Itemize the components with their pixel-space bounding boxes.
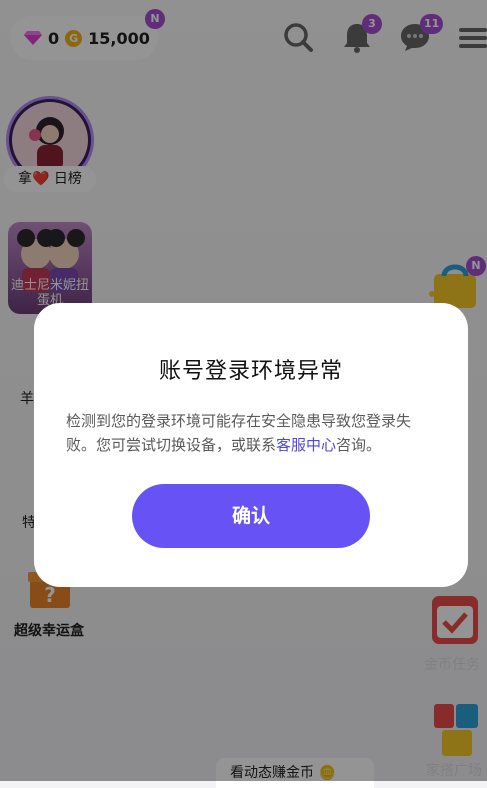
customer-service-link[interactable]: 客服中心 <box>276 436 336 454</box>
dialog-message-end: 咨询。 <box>336 436 382 454</box>
dialog-title: 账号登录环境异常 <box>158 359 343 384</box>
login-error-dialog: 账号登录环境异常 检测到您的登录环境可能存在安全隐患导致您登录失败。您可尝试切换… <box>34 303 468 587</box>
confirm-button[interactable]: 确认 <box>132 484 370 548</box>
dialog-message: 检测到您的登录环境可能存在安全隐患导致您登录失败。您可尝试切换设备，或联系客服中… <box>66 409 438 457</box>
